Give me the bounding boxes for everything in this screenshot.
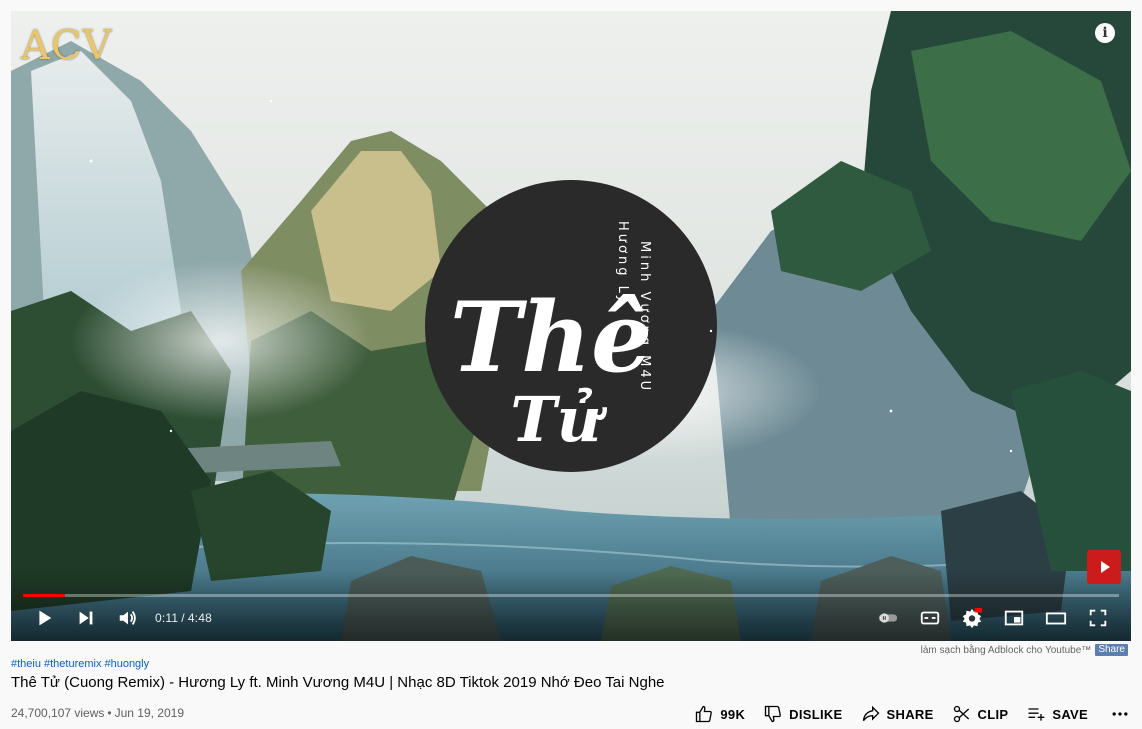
next-icon xyxy=(79,611,93,625)
share-icon xyxy=(862,705,879,722)
adblock-text: làm sạch bằng Adblock cho Youtube™ xyxy=(920,644,1092,656)
more-horizontal-icon xyxy=(1112,712,1128,716)
time-current: 0:11 xyxy=(155,611,179,625)
dislike-label: DISLIKE xyxy=(789,706,843,722)
clip-button[interactable]: CLIP xyxy=(952,704,1009,724)
subscribe-watermark[interactable] xyxy=(1087,550,1121,584)
channel-logo: ACV xyxy=(21,23,113,69)
video-title: Thê Tử (Cuong Remix) - Hương Ly ft. Minh… xyxy=(11,674,665,691)
like-count: 99K xyxy=(720,706,746,722)
fullscreen-icon xyxy=(1089,609,1107,627)
video-player[interactable]: Thê Tử Hương Ly Minh Vương M4U ACV i 0:1… xyxy=(11,11,1131,641)
dislike-button[interactable]: DISLIKE xyxy=(763,704,842,724)
fullscreen-button[interactable] xyxy=(1077,601,1119,635)
autoplay-toggle-icon xyxy=(878,613,898,623)
svg-text:Minh Vương M4U: Minh Vương M4U xyxy=(637,241,652,393)
control-bar: 0:11/4:48 xyxy=(23,601,1119,635)
video-meta: 24,700,107 views • Jun 19, 2019 xyxy=(11,706,184,720)
save-button[interactable]: SAVE xyxy=(1026,704,1088,724)
view-count: 24,700,107 views xyxy=(11,706,105,720)
hashtags: #theiu #theturemix #huongly xyxy=(11,658,149,670)
adblock-share-button[interactable]: Share xyxy=(1095,644,1128,656)
subtitles-button[interactable] xyxy=(909,601,951,635)
video-actions: 99K DISLIKE SHARE CLIP SAVE xyxy=(676,701,1130,727)
subtitles-icon xyxy=(920,611,940,625)
time-separator: / xyxy=(181,611,185,625)
svg-text:Tử: Tử xyxy=(510,383,607,456)
progress-bar[interactable] xyxy=(23,594,1119,597)
play-icon xyxy=(39,610,52,626)
share-button[interactable]: SHARE xyxy=(861,704,934,724)
autoplay-toggle[interactable] xyxy=(867,601,909,635)
save-label: SAVE xyxy=(1052,706,1088,722)
adblock-note: làm sạch bằng Adblock cho Youtube™ Share xyxy=(921,644,1128,656)
next-button[interactable] xyxy=(65,601,107,635)
clip-label: CLIP xyxy=(977,706,1009,722)
scissors-icon xyxy=(953,705,969,723)
play-button[interactable] xyxy=(23,601,65,635)
settings-icon xyxy=(962,607,983,629)
video-frame: Thê Tử Hương Ly Minh Vương M4U xyxy=(11,11,1131,641)
share-label: SHARE xyxy=(886,706,934,722)
meta-dot: • xyxy=(107,706,112,720)
like-button[interactable]: 99K xyxy=(694,704,745,724)
volume-icon xyxy=(119,611,136,625)
thumbs-up-icon xyxy=(696,705,713,723)
mute-button[interactable] xyxy=(107,601,149,635)
thumbs-down-icon xyxy=(764,705,782,723)
hashtag-link[interactable]: #theiu xyxy=(11,658,41,670)
theater-icon xyxy=(1045,612,1067,625)
upload-date: Jun 19, 2019 xyxy=(114,706,185,720)
miniplayer-icon xyxy=(1004,610,1024,626)
settings-button[interactable] xyxy=(951,601,993,635)
save-playlist-icon xyxy=(1028,708,1045,721)
info-icon[interactable]: i xyxy=(1095,23,1115,43)
more-actions-button[interactable] xyxy=(1110,704,1130,724)
miniplayer-button[interactable] xyxy=(993,601,1035,635)
progress-fill xyxy=(23,594,65,597)
time-display: 0:11/4:48 xyxy=(155,611,212,625)
youtube-watch-page: Thê Tử Hương Ly Minh Vương M4U ACV i 0:1… xyxy=(0,0,1142,729)
theater-mode-button[interactable] xyxy=(1035,601,1077,635)
hashtag-link[interactable]: #theturemix xyxy=(44,658,101,670)
svg-text:Hương Ly: Hương Ly xyxy=(615,221,630,305)
time-total: 4:48 xyxy=(187,611,212,625)
hashtag-link[interactable]: #huongly xyxy=(104,658,149,670)
